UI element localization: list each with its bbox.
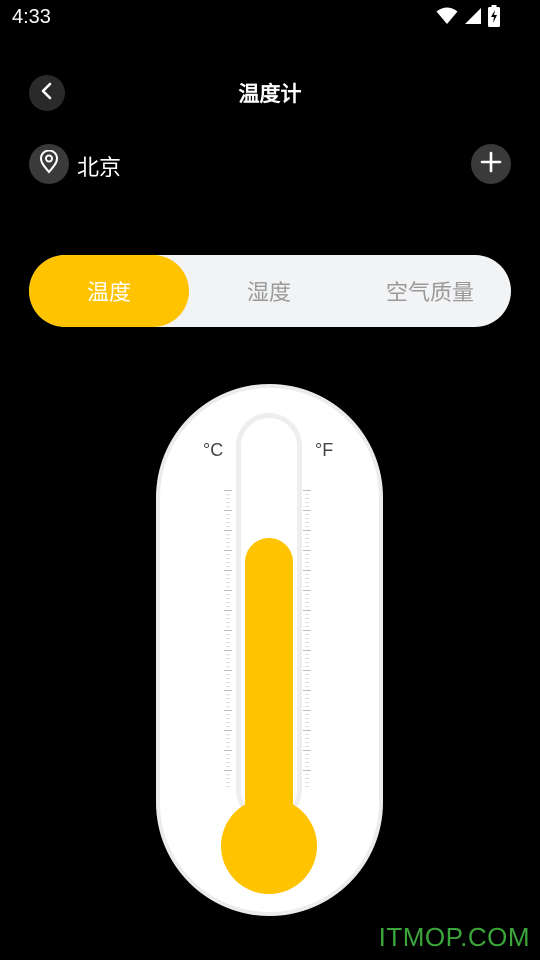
battery-charging-icon [488,5,500,31]
tab-bar: 温度 湿度 空气质量 [29,255,511,327]
signal-icon [464,7,482,29]
fahrenheit-label: °F [315,440,334,460]
header: 温度计 [0,70,540,116]
plus-icon [480,151,502,177]
status-icons [436,5,500,31]
tab-air-quality[interactable]: 空气质量 [349,255,511,327]
page-title: 温度计 [238,82,302,106]
celsius-label: °C [203,440,224,460]
status-bar: 4:33 [0,0,540,38]
fahrenheit-scale [303,490,311,787]
wifi-icon [436,7,458,29]
location-name[interactable]: 北京 [77,150,121,182]
tab-temperature[interactable]: 温度 [29,255,189,327]
location-button[interactable] [29,144,69,184]
status-time: 4:33 [12,6,51,28]
watermark: ITMOP.COM [378,922,530,952]
tab-humidity[interactable]: 湿度 [189,255,349,327]
location-row: 北京 [0,142,540,186]
add-location-button[interactable] [471,144,511,184]
celsius-scale [224,490,232,787]
location-pin-icon [39,149,59,178]
mercury-bulb [221,798,317,894]
